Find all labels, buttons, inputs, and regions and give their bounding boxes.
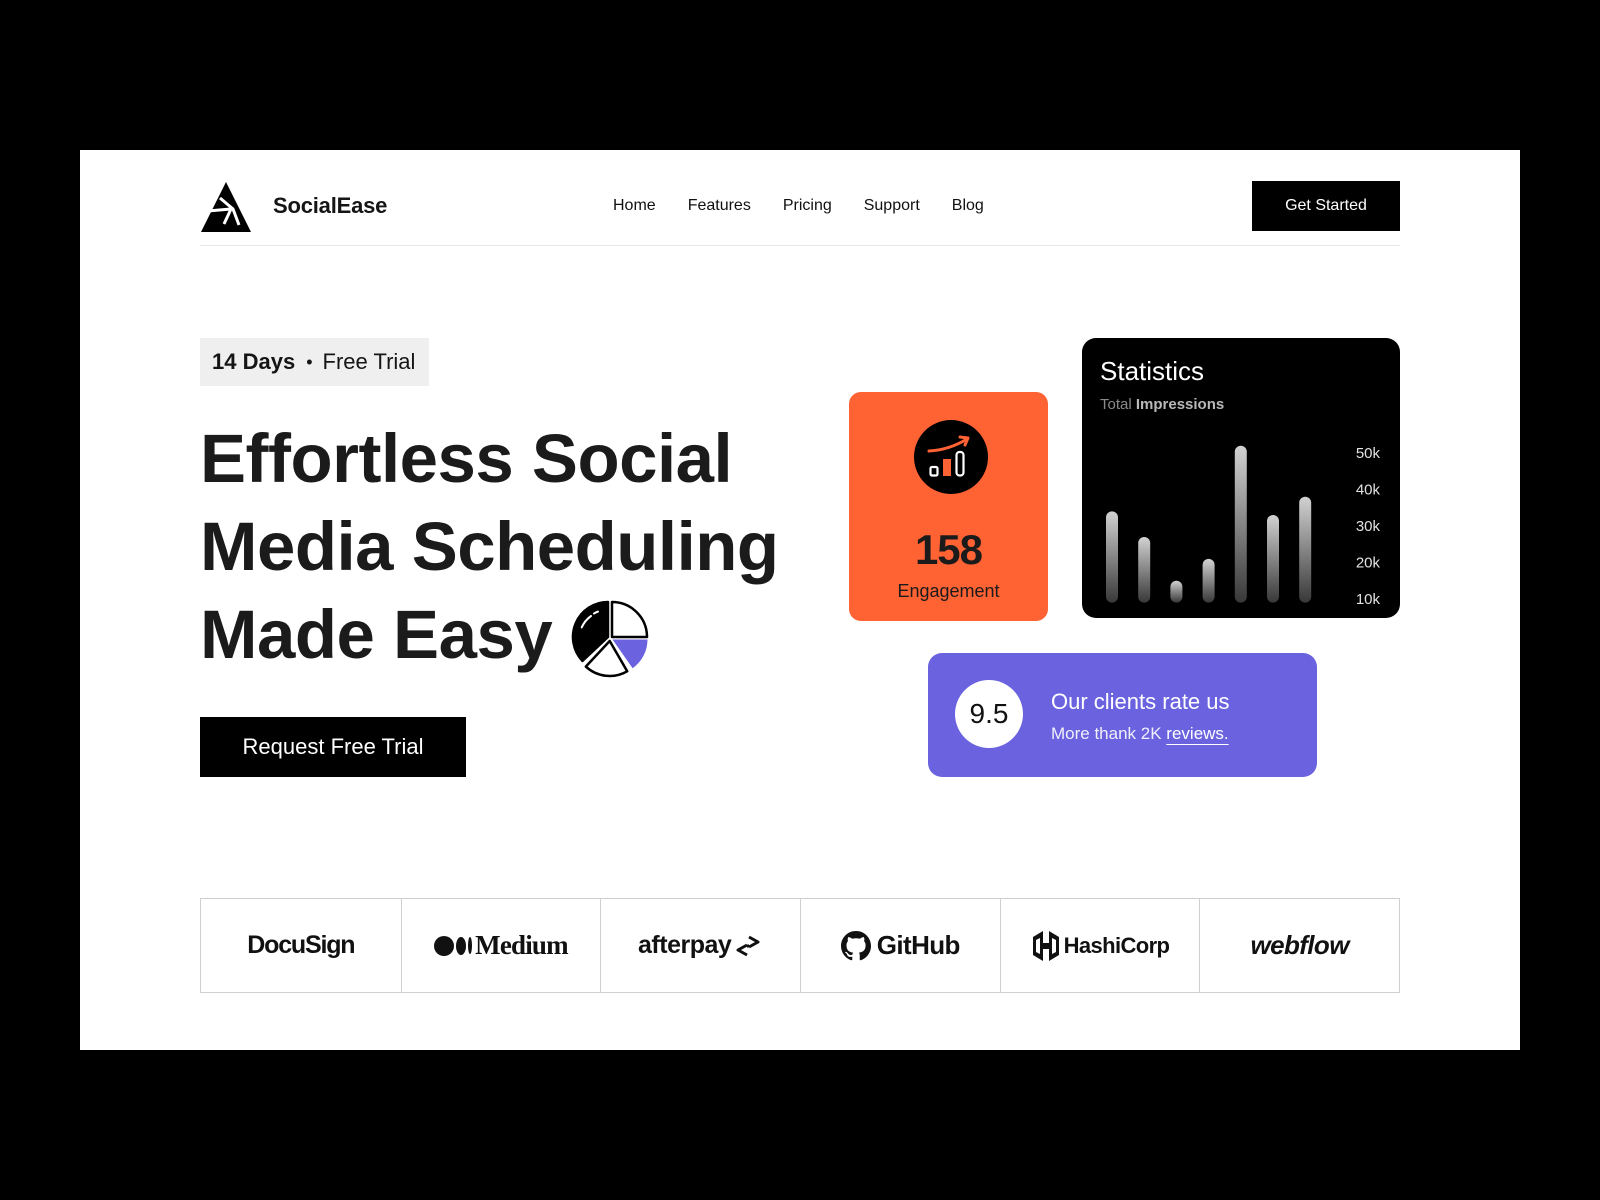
chart-bar xyxy=(1138,536,1151,603)
nav-item-blog[interactable]: Blog xyxy=(952,194,984,218)
landing-page: SocialEase Home Features Pricing Support… xyxy=(80,150,1520,1050)
headline-line-2: Media Scheduling xyxy=(200,508,779,585)
subtitle-emphasis: Impressions xyxy=(1135,396,1225,413)
y-tick-label: 10k xyxy=(1356,591,1381,608)
partner-logos: DocuSign Medium afterpay GitHub HashiCor… xyxy=(200,898,1400,993)
nav-item-features[interactable]: Features xyxy=(688,194,751,218)
rating-title: Our clients rate us xyxy=(1051,689,1230,714)
chart-bar xyxy=(1234,445,1247,603)
main-nav: Home Features Pricing Support Blog xyxy=(613,194,984,218)
chart-bar xyxy=(1267,515,1279,603)
rating-subtitle-text: More thank 2K xyxy=(1051,724,1162,743)
partner-name: webflow xyxy=(1250,930,1349,960)
y-tick-label: 50k xyxy=(1356,445,1381,462)
chart-bar xyxy=(1170,580,1183,603)
medium-dots-icon xyxy=(434,935,473,956)
github-octocat-icon xyxy=(840,930,871,960)
badge-separator: • xyxy=(306,351,313,372)
y-tick-label: 30k xyxy=(1356,518,1381,535)
chart-y-axis: 50k 40k 30k 20k 10k xyxy=(1356,445,1381,608)
y-tick-label: 20k xyxy=(1356,555,1381,572)
partner-name: afterpay xyxy=(638,931,732,959)
partner-name: HashiCorp xyxy=(1063,932,1170,958)
chart-bars xyxy=(1106,445,1312,603)
hashicorp-icon xyxy=(1032,930,1059,961)
partner-logo-hashicorp: HashiCorp xyxy=(999,899,1200,992)
headline-line-3: Made Easy xyxy=(200,596,553,673)
partner-logo-afterpay: afterpay xyxy=(600,899,800,992)
chart-bar xyxy=(1106,511,1118,603)
partner-name: GitHub xyxy=(876,930,961,960)
statistics-card: 50k 40k 30k 20k 10k Statistics Total Impress… xyxy=(1082,338,1400,618)
badge-label: Free Trial xyxy=(322,349,416,374)
subtitle-prefix: Total xyxy=(1100,396,1132,413)
triangle-logo-icon[interactable] xyxy=(200,181,252,233)
badge-days: 14 Days xyxy=(212,349,296,374)
engagement-value: 158 xyxy=(914,526,983,573)
statistics-subtitle: Total Impressions xyxy=(1100,395,1224,415)
partner-logo-github: GitHub xyxy=(800,899,1000,992)
pie-chart-icon xyxy=(571,600,649,678)
partner-logo-webflow: webflow xyxy=(1199,899,1399,992)
growth-chart-icon xyxy=(914,420,988,494)
chart-bar xyxy=(1299,496,1312,603)
y-tick-label: 40k xyxy=(1356,482,1381,499)
nav-item-pricing[interactable]: Pricing xyxy=(783,194,832,218)
partner-name: Medium xyxy=(475,930,569,960)
partner-logo-medium: Medium xyxy=(400,899,601,992)
header-divider xyxy=(200,245,1400,246)
hero-headline: Effortless Social Media Scheduling Made … xyxy=(200,415,779,679)
engagement-label: Engagement xyxy=(897,581,1000,601)
partner-logo-docusign: DocuSign xyxy=(201,899,401,992)
reviews-link[interactable]: reviews. xyxy=(1166,724,1228,743)
get-started-button[interactable]: Get Started xyxy=(1252,181,1400,231)
rating-score: 9.5 xyxy=(955,680,1023,748)
brand-name[interactable]: SocialEase xyxy=(273,192,387,220)
chart-bar xyxy=(1202,558,1215,603)
nav-item-support[interactable]: Support xyxy=(864,194,920,218)
free-trial-badge: 14 Days • Free Trial xyxy=(200,338,429,386)
request-free-trial-button[interactable]: Request Free Trial xyxy=(200,717,466,777)
statistics-title: Statistics xyxy=(1100,356,1205,386)
rating-card: 9.5 Our clients rate us More thank 2K re… xyxy=(928,653,1317,777)
afterpay-arrows-icon xyxy=(736,935,760,956)
rating-subtitle: More thank 2K reviews. xyxy=(1051,723,1229,745)
engagement-card: 158 Engagement xyxy=(849,392,1048,621)
partner-name: DocuSign xyxy=(247,931,355,959)
nav-item-home[interactable]: Home xyxy=(613,194,656,218)
headline-line-1: Effortless Social xyxy=(200,420,733,497)
